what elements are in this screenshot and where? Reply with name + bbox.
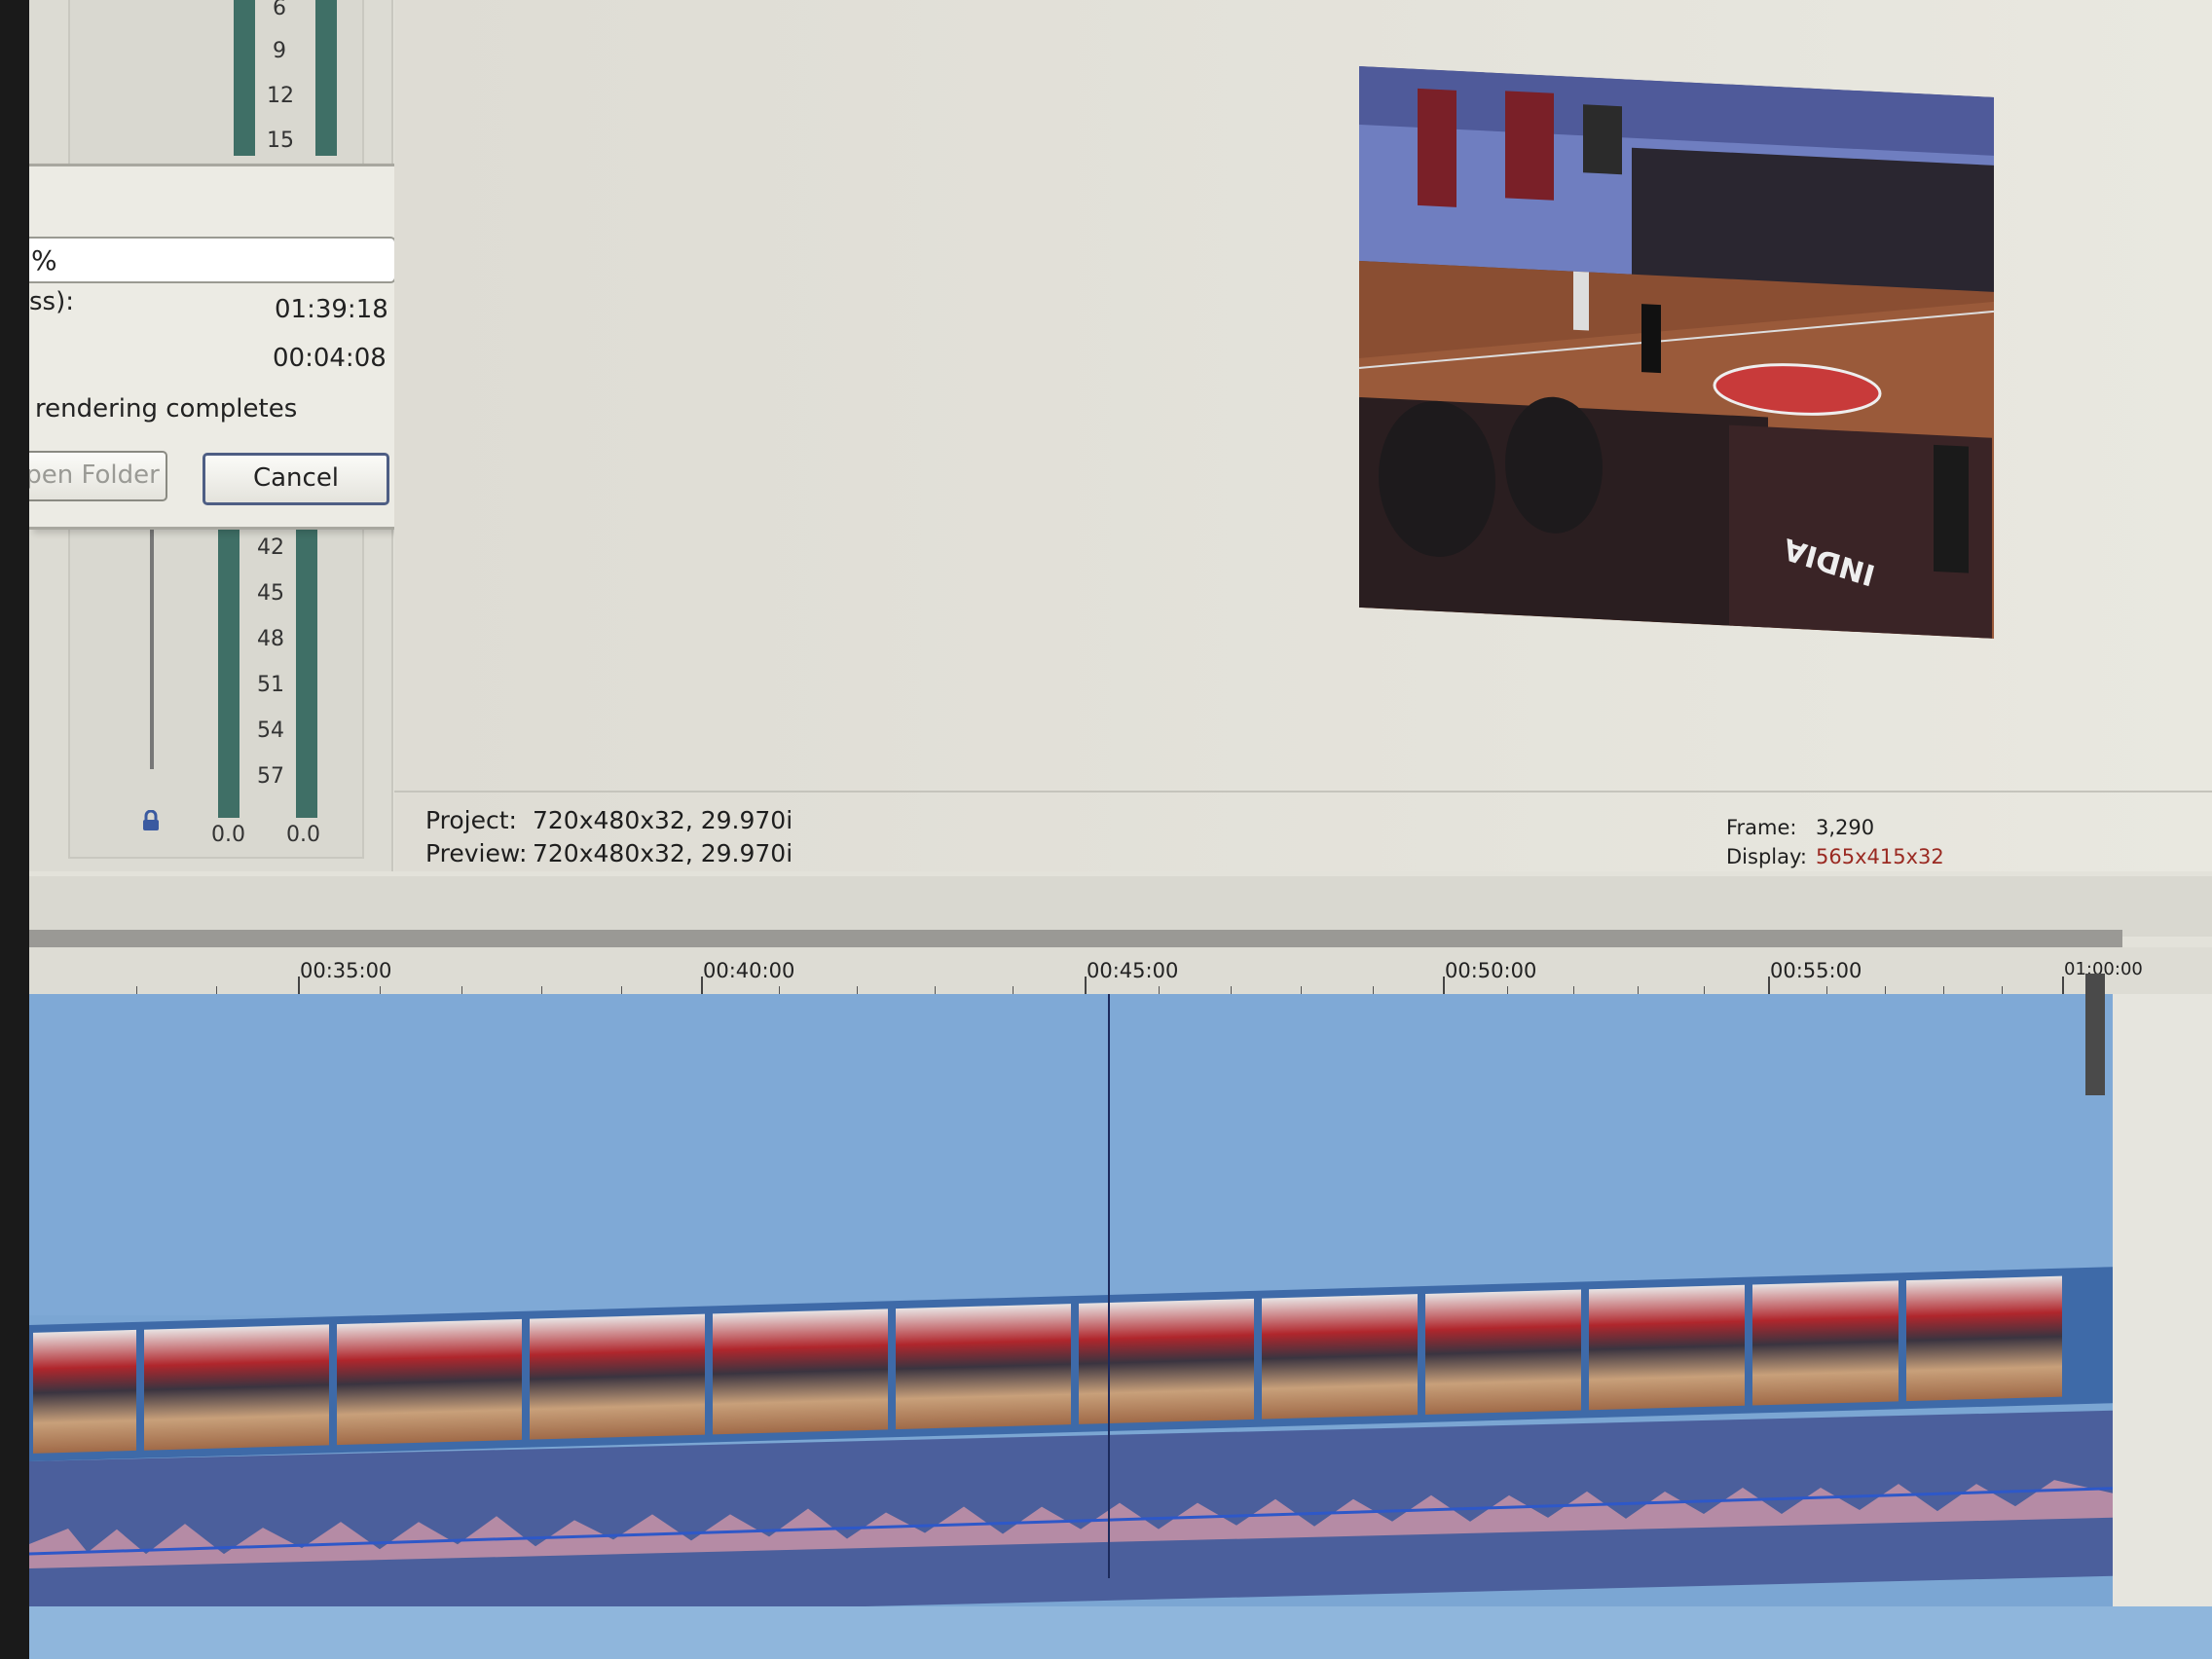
project-label: Project: — [425, 806, 517, 834]
ruler-label: 00:50:00 — [1445, 959, 1537, 982]
timeline-marker-bar[interactable] — [29, 930, 2122, 947]
loop-region-end-marker[interactable] — [2085, 974, 2105, 1095]
ruler-minor-tick — [1573, 986, 1574, 994]
ruler-minor-tick — [779, 986, 780, 994]
ruler-minor-tick — [857, 986, 858, 994]
meter-bar-left-top — [234, 0, 255, 156]
meter-scale-label: 15 — [267, 129, 294, 153]
ruler-label: 00:40:00 — [703, 959, 795, 982]
open-folder-button[interactable]: pen Folder — [29, 451, 167, 501]
ruler-minor-tick — [1231, 986, 1232, 994]
meter-scale-label: 54 — [257, 719, 284, 743]
meter-scale-label: 48 — [257, 627, 284, 651]
ruler-minor-tick — [1507, 986, 1508, 994]
ruler-minor-tick — [1301, 986, 1302, 994]
cancel-button[interactable]: Cancel — [203, 453, 389, 505]
project-value: 720x480x32, 29.970i — [533, 806, 793, 834]
ruler-minor-tick — [1013, 986, 1014, 994]
ruler-minor-tick — [1885, 986, 1886, 994]
render-progress-dialog: % ss): 01:39:18 00:04:08 rendering compl… — [29, 164, 422, 530]
meter-scale-label: 12 — [267, 84, 294, 108]
basketball-court-image: INDIA — [1359, 66, 1994, 639]
ruler-minor-tick — [136, 986, 137, 994]
ruler-minor-tick — [1704, 986, 1705, 994]
meter-right-value: 0.0 — [286, 823, 320, 847]
meter-scale-label: 45 — [257, 581, 284, 606]
ruler-minor-tick — [621, 986, 622, 994]
ruler-label: 00:45:00 — [1087, 959, 1179, 982]
meter-scale-label: 42 — [257, 535, 284, 560]
close-on-complete-label[interactable]: rendering completes — [35, 394, 297, 424]
ruler-minor-tick — [1159, 986, 1160, 994]
timeline-right-gutter — [2113, 994, 2212, 1659]
ruler-minor-tick — [461, 986, 462, 994]
preview-video-frame[interactable]: INDIA — [1359, 66, 1994, 639]
preview-value: 720x480x32, 29.970i — [533, 839, 793, 867]
lock-icon[interactable] — [140, 810, 162, 831]
meter-left-value: 0.0 — [211, 823, 245, 847]
ruler-minor-tick — [1943, 986, 1944, 994]
elapsed-time-value: 01:39:18 — [275, 295, 388, 324]
ruler-minor-tick — [1373, 986, 1374, 994]
meter-bar-left-bottom — [218, 526, 240, 818]
meter-scale-label: 6 — [273, 0, 286, 20]
ruler-label: 00:55:00 — [1770, 959, 1862, 982]
ruler-minor-tick — [541, 986, 542, 994]
timeline-divider[interactable] — [29, 876, 2212, 937]
ruler-label: 00:35:00 — [300, 959, 392, 982]
elapsed-time-label: ss): — [29, 287, 74, 316]
meter-bar-right-top — [315, 0, 337, 156]
ruler-minor-tick — [1638, 986, 1639, 994]
meter-scale-label: 9 — [273, 39, 286, 63]
vegas-editor-screen: 6 9 12 15 42 45 48 51 54 57 0.0 0.0 % ss… — [29, 0, 2212, 1659]
volume-fader-track[interactable] — [150, 526, 154, 769]
ruler-minor-tick — [216, 986, 217, 994]
ruler-minor-tick — [380, 986, 381, 994]
ruler-minor-tick — [935, 986, 936, 994]
preview-label: Preview: — [425, 839, 528, 867]
frame-label: Frame: — [1726, 816, 1797, 839]
preview-info-bar: Project: 720x480x32, 29.970i Preview: 72… — [394, 791, 2212, 878]
frame-value: 3,290 — [1816, 816, 1875, 839]
remaining-time-value: 00:04:08 — [273, 344, 387, 373]
timeline-cursor[interactable] — [1108, 994, 1110, 1578]
meter-bar-right-bottom — [296, 526, 317, 818]
meter-scale-label: 57 — [257, 764, 284, 789]
timeline-tracks[interactable] — [29, 994, 2114, 1659]
render-progress-bar: % — [29, 237, 396, 283]
ruler-minor-tick — [2002, 986, 2003, 994]
timeline-ruler[interactable]: 00:35:00 00:40:00 00:45:00 00:50:00 00:5… — [29, 947, 2212, 996]
ruler-minor-tick — [1826, 986, 1827, 994]
display-value: 565x415x32 — [1816, 845, 1944, 868]
meter-scale-label: 51 — [257, 673, 284, 697]
timeline-bottom-track[interactable] — [29, 1606, 2212, 1659]
progress-percent: % — [31, 244, 57, 276]
display-label: Display: — [1726, 845, 1807, 868]
